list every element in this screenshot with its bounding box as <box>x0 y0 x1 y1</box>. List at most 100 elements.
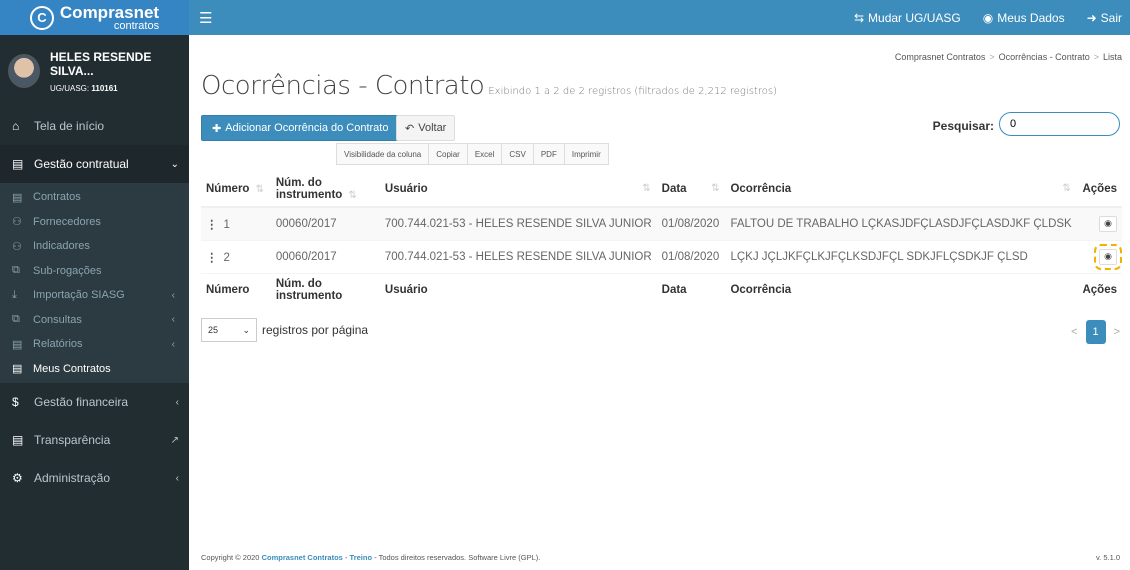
back-button[interactable]: ↶ Voltar <box>396 115 456 141</box>
per-page-select[interactable]: 25 ⌄ <box>201 318 257 342</box>
search-input[interactable] <box>999 112 1120 136</box>
sort-icon: ⇅ <box>711 183 720 194</box>
cell-data: 01/08/2020 <box>656 239 726 273</box>
footer: Copyright © 2020 Comprasnet Contratos - … <box>201 553 1120 562</box>
csv-button[interactable]: CSV <box>501 143 534 165</box>
sidebar-item-indicators[interactable]: ⚇ Indicadores <box>0 234 189 259</box>
sidebar-item-siasg-import[interactable]: ⤓ Importação SIASG ‹ <box>0 283 189 308</box>
env-link[interactable]: Treino <box>350 553 373 562</box>
page-subtitle: Exibindo 1 a 2 de 2 registros (filtrados… <box>488 86 777 97</box>
version-text: v. 5.1.0 <box>1095 553 1120 562</box>
breadcrumb: Comprasnet Contratos > Ocorrências - Contr… <box>894 52 1122 62</box>
chevron-left-icon: ‹ <box>171 314 175 326</box>
file-icon: ▤ <box>12 157 24 171</box>
file-icon: ▤ <box>12 363 23 376</box>
cell-acoes: ◉ <box>1076 239 1122 273</box>
page-title: Ocorrências - Contrato Exibindo 1 a 2 de … <box>201 71 777 101</box>
sidebar: HELES RESENDE SILVA... UG/UASG: 110161 ⌂… <box>0 35 189 570</box>
breadcrumb-occurrences[interactable]: Ocorrências - Contrato <box>999 52 1090 62</box>
main-content: Comprasnet Contratos > Ocorrências - Contr… <box>189 35 1130 570</box>
cell-ocorrencia: FALTOU DE TRABALHO LÇKASJDFÇLASDJFÇLASDJ… <box>725 206 1077 240</box>
logo[interactable]: C Comprasnet contratos <box>0 0 189 35</box>
footer-col-data: Data <box>656 272 726 306</box>
sidebar-item-reports[interactable]: ▤ Relatórios ‹ <box>0 332 189 357</box>
sidebar-item-contract-mgmt[interactable]: ▤ Gestão contratual ⌄ <box>0 145 189 183</box>
sort-icon: ⇅ <box>1062 183 1071 194</box>
copy-icon: ⧉ <box>12 264 20 277</box>
list-icon: ▤ <box>12 433 24 447</box>
sidebar-item-suppliers[interactable]: ⚇ Fornecedores <box>0 210 189 235</box>
swap-icon: ⇆ <box>853 10 865 25</box>
sidebar-item-subrogations[interactable]: ⧉ Sub-rogações <box>0 259 189 284</box>
table-row: ⋮ 1 00060/2017 700.744.021-53 - HELES RES… <box>201 206 1122 240</box>
sidebar-item-financial[interactable]: $ Gestão financeira ‹ <box>0 383 189 421</box>
col-header-data[interactable]: Data ⇅ <box>656 172 726 208</box>
sidebar-item-home[interactable]: ⌂ Tela de início <box>0 107 189 145</box>
file-icon: ▤ <box>12 191 23 204</box>
footer-col-ocorrencia: Ocorrência <box>725 272 1077 306</box>
dollar-icon: $ <box>12 395 19 409</box>
drag-handle-icon[interactable]: ⋮ <box>206 252 218 264</box>
sidebar-item-my-contracts[interactable]: ▤ Meus Contratos <box>0 357 189 382</box>
cell-instrumento: 00060/2017 <box>270 239 380 273</box>
breadcrumb-list: Lista <box>1102 52 1122 62</box>
sort-icon: ⇅ <box>255 184 264 195</box>
sidebar-item-queries[interactable]: ⧉ Consultas ‹ <box>0 308 189 333</box>
sign-out-icon: ➜ <box>1086 10 1097 25</box>
user-name: HELES RESENDE SILVA... <box>50 49 152 78</box>
sort-icon: ⇅ <box>348 190 357 201</box>
brand-sub: contratos <box>113 19 160 32</box>
chevron-down-icon: ⌄ <box>170 158 179 170</box>
col-header-instrumento[interactable]: Núm. do instrumento ⇅ <box>270 172 380 208</box>
logo-icon: C <box>29 5 54 30</box>
view-eye-button[interactable]: ◉ <box>1094 243 1122 270</box>
sort-icon: ⇅ <box>642 183 651 194</box>
my-data-link[interactable]: ◉ Meus Dados <box>983 11 1065 25</box>
excel-button[interactable]: Excel <box>466 143 503 165</box>
home-icon: ⌂ <box>12 119 20 133</box>
cell-usuario: 700.744.021-53 - HELES RESENDE SILVA JUN… <box>379 206 657 240</box>
sidebar-item-admin[interactable]: ⚙ Administração ‹ <box>0 459 189 497</box>
footer-col-usuario: Usuário <box>379 272 657 306</box>
cell-instrumento: 00060/2017 <box>270 206 380 240</box>
prev-page-button[interactable]: < <box>1071 326 1077 338</box>
cogs-icon: ⚙ <box>12 471 23 485</box>
top-navbar: ☰ ⇆ Mudar UG/UASG ◉ Meus Dados ➜ Sair <box>189 0 1130 35</box>
copy-button[interactable]: Copiar <box>428 143 468 165</box>
search-label: Pesquisar: <box>932 119 994 133</box>
cell-numero: ⋮ 2 <box>201 239 271 273</box>
col-header-usuario[interactable]: Usuário ⇅ <box>379 172 657 208</box>
users-icon: ⚇ <box>12 216 22 229</box>
user-circle-icon: ◉ <box>982 10 994 25</box>
add-occurrence-button[interactable]: ✚ Adicionar Ocorrência do Contrato <box>201 115 400 141</box>
page-1-button[interactable]: 1 <box>1085 320 1106 344</box>
logout-link[interactable]: ➜ Sair <box>1087 11 1122 25</box>
app-link[interactable]: Comprasnet Contratos <box>262 553 343 562</box>
change-ug-link[interactable]: ⇆ Mudar UG/UASG <box>854 11 961 25</box>
col-header-numero[interactable]: Número ⇅ <box>201 172 271 208</box>
col-header-ocorrencia[interactable]: Ocorrência ⇅ <box>725 172 1077 208</box>
cell-usuario: 700.744.021-53 - HELES RESENDE SILVA JUN… <box>379 239 657 273</box>
chevron-left-icon: ‹ <box>171 289 175 301</box>
external-link-icon: ↗ <box>170 434 179 446</box>
plus-icon: ✚ <box>212 122 222 135</box>
column-visibility-button[interactable]: Visibilidade da coluna <box>336 143 430 165</box>
cell-numero: ⋮ 1 <box>201 206 271 240</box>
copyright-text: Copyright © 2020 Comprasnet Contratos - … <box>201 553 541 562</box>
sidebar-item-contracts[interactable]: ▤ Contratos <box>0 185 189 210</box>
per-page-label: registros por página <box>262 323 369 337</box>
drag-handle-icon[interactable]: ⋮ <box>206 219 218 231</box>
cell-acoes: ◉ <box>1076 206 1122 240</box>
brand-name: Comprasnet <box>59 2 160 22</box>
chevron-down-icon: ⌄ <box>242 324 250 335</box>
pdf-button[interactable]: PDF <box>532 143 565 165</box>
footer-col-instrumento: Núm. do instrumento <box>270 272 380 306</box>
footer-col-acoes: Ações <box>1076 272 1122 306</box>
print-button[interactable]: Imprimir <box>563 143 609 165</box>
pagination: < 1 > <box>1071 320 1120 344</box>
view-eye-button[interactable]: ◉ <box>1099 215 1117 232</box>
sidebar-item-transparency[interactable]: ▤ Transparência ↗ <box>0 421 189 459</box>
menu-toggle-icon[interactable]: ☰ <box>199 9 212 27</box>
next-page-button[interactable]: > <box>1114 326 1120 338</box>
breadcrumb-home[interactable]: Comprasnet Contratos <box>895 52 986 62</box>
